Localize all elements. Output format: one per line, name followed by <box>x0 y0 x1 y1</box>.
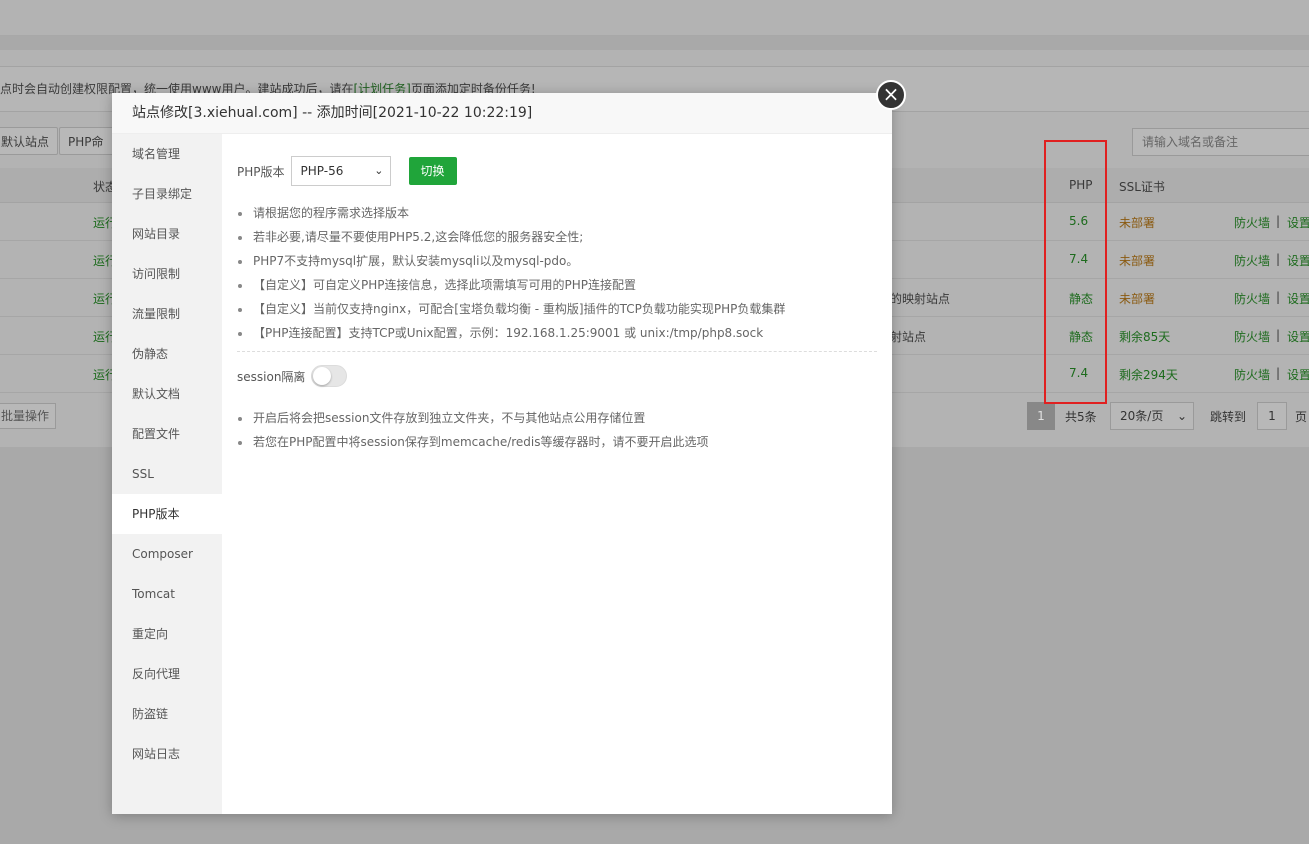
row-separator: | <box>1276 366 1281 380</box>
list-item: 【自定义】可自定义PHP连接信息，选择此项需填写可用的PHP连接配置 <box>237 273 785 297</box>
session-tips-list: 开启后将会把session文件存放到独立文件夹，不与其他站点公用存储位置 若您在… <box>237 406 709 454</box>
per-page-select[interactable]: 20条/页 ⌄ <box>1110 402 1194 430</box>
row-separator: | <box>1276 252 1281 266</box>
sidebar-item-traffic-limit[interactable]: 流量限制 <box>112 294 222 334</box>
row-settings-link[interactable]: 设置 <box>1287 252 1309 269</box>
modal-title: 站点修改[3.xiehual.com] -- 添加时间[2021-10-22 1… <box>112 93 892 134</box>
row-firewall-link[interactable]: 防火墙 <box>1234 366 1270 383</box>
sidebar-item-site-directory[interactable]: 网站目录 <box>112 214 222 254</box>
chevron-down-icon: ⌄ <box>1176 409 1187 423</box>
php-tips-list: 请根据您的程序需求选择版本 若非必要,请尽量不要使用PHP5.2,这会降低您的服… <box>237 201 785 345</box>
row-ssl[interactable]: 剩余294天 <box>1119 366 1178 383</box>
session-isolation-label: session隔离 <box>237 369 306 384</box>
php-version-panel: PHP版本 PHP-56 ⌄ 切换 请根据您的程序需求选择版本 若非必要,请尽量… <box>222 134 892 814</box>
php-version-select[interactable]: PHP-56 ⌄ <box>290 156 391 186</box>
site-edit-modal: 站点修改[3.xiehual.com] -- 添加时间[2021-10-22 1… <box>112 93 892 814</box>
row-ssl[interactable]: 未部署 <box>1119 290 1155 307</box>
divider <box>237 351 877 352</box>
sidebar-item-config-file[interactable]: 配置文件 <box>112 414 222 454</box>
default-site-button[interactable]: 默认站点 <box>0 127 59 155</box>
php-version-row: PHP版本 PHP-56 ⌄ 切换 <box>237 156 457 186</box>
sidebar-item-hotlink-protection[interactable]: 防盗链 <box>112 694 222 734</box>
row-separator: | <box>1276 214 1281 228</box>
list-item: 【自定义】当前仅支持nginx，可配合[宝塔负载均衡 - 重构版]插件的TCP负… <box>237 297 785 321</box>
session-isolation-row: session隔离 <box>237 364 348 388</box>
row-separator: | <box>1276 328 1281 342</box>
list-item: PHP7不支持mysql扩展，默认安装mysqli以及mysql-pdo。 <box>237 249 785 273</box>
jump-to-page-input[interactable]: 1 <box>1257 402 1287 430</box>
row-ssl[interactable]: 未部署 <box>1119 252 1155 269</box>
row-firewall-link[interactable]: 防火墙 <box>1234 290 1270 307</box>
th-ssl: SSL证书 <box>1119 180 1165 194</box>
sidebar-item-redirect[interactable]: 重定向 <box>112 614 222 654</box>
list-item: 请根据您的程序需求选择版本 <box>237 201 785 225</box>
row-ssl[interactable]: 未部署 <box>1119 214 1155 231</box>
sidebar-item-ssl[interactable]: SSL <box>112 454 222 494</box>
site-search-input[interactable]: 请输入域名或备注 <box>1132 128 1309 156</box>
list-item: 开启后将会把session文件存放到独立文件夹，不与其他站点公用存储位置 <box>237 406 709 430</box>
pagination-total: 共5条 <box>1065 410 1097 424</box>
chevron-down-icon: ⌄ <box>374 164 384 177</box>
row-settings-link[interactable]: 设置 <box>1287 366 1309 383</box>
jump-to-label: 跳转到 <box>1210 410 1247 424</box>
page-suffix: 页 <box>1295 410 1308 424</box>
php-version-label: PHP版本 <box>237 164 285 179</box>
close-icon[interactable]: × <box>876 80 906 110</box>
session-isolation-toggle[interactable] <box>311 365 348 387</box>
list-item: 若您在PHP配置中将session保存到memcache/redis等缓存器时，… <box>237 430 709 454</box>
list-item: 若非必要,请尽量不要使用PHP5.2,这会降低您的服务器安全性; <box>237 225 785 249</box>
switch-php-button[interactable]: 切换 <box>408 157 457 185</box>
sidebar-item-default-document[interactable]: 默认文档 <box>112 374 222 414</box>
pagination-current-page[interactable]: 1 <box>1027 402 1055 430</box>
sidebar-item-reverse-proxy[interactable]: 反向代理 <box>112 654 222 694</box>
sidebar-item-site-log[interactable]: 网站日志 <box>112 734 222 774</box>
sidebar-item-composer[interactable]: Composer <box>112 534 222 574</box>
batch-operation-button[interactable]: 批量操作 <box>0 403 56 429</box>
sidebar-item-subdir-binding[interactable]: 子目录绑定 <box>112 174 222 214</box>
php-command-button[interactable]: PHP命令 <box>59 127 119 155</box>
sidebar-item-domain[interactable]: 域名管理 <box>112 134 222 174</box>
sidebar-item-tomcat[interactable]: Tomcat <box>112 574 222 614</box>
row-ssl[interactable]: 剩余85天 <box>1119 328 1170 345</box>
row-firewall-link[interactable]: 防火墙 <box>1234 252 1270 269</box>
row-remark: 射站点 <box>890 330 927 344</box>
row-settings-link[interactable]: 设置 <box>1287 328 1309 345</box>
bg-top-bar <box>0 0 1309 36</box>
bg-strip <box>0 36 1309 50</box>
row-remark: 的映射站点 <box>890 292 951 306</box>
php-column-highlight <box>1044 140 1107 404</box>
toggle-knob <box>313 367 332 385</box>
row-settings-link[interactable]: 设置 <box>1287 290 1309 307</box>
list-item: 【PHP连接配置】支持TCP或Unix配置，示例：192.168.1.25:90… <box>237 321 785 345</box>
sidebar-item-access-limit[interactable]: 访问限制 <box>112 254 222 294</box>
sidebar-item-rewrite[interactable]: 伪静态 <box>112 334 222 374</box>
row-separator: | <box>1276 290 1281 304</box>
row-settings-link[interactable]: 设置 <box>1287 214 1309 231</box>
row-firewall-link[interactable]: 防火墙 <box>1234 328 1270 345</box>
sidebar-item-php-version[interactable]: PHP版本 <box>112 494 222 534</box>
modal-sidebar: 域名管理 子目录绑定 网站目录 访问限制 流量限制 伪静态 默认文档 配置文件 … <box>112 134 222 814</box>
row-firewall-link[interactable]: 防火墙 <box>1234 214 1270 231</box>
